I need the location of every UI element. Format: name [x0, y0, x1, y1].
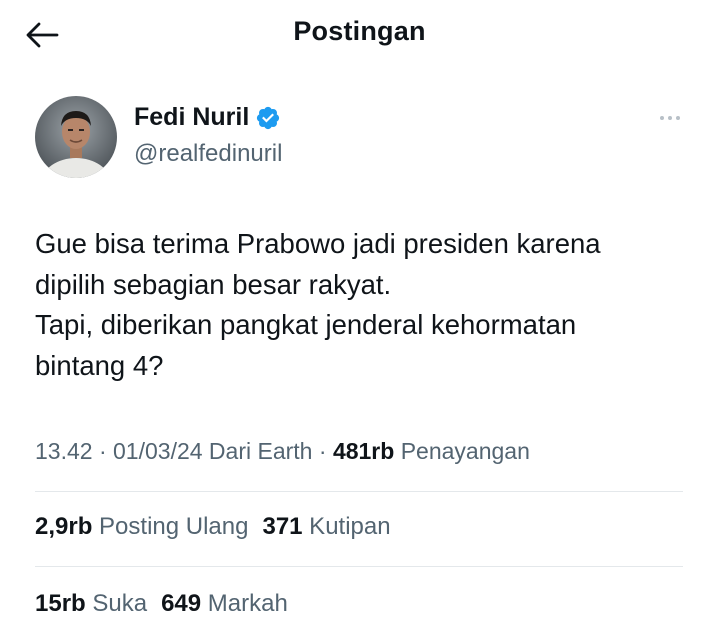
page-title: Postingan — [293, 16, 426, 46]
likes-label: Suka — [85, 590, 148, 617]
more-horizontal-icon — [660, 116, 664, 120]
tweet-line: dipilih sebagian besar rakyat. — [35, 268, 392, 300]
quotes-count: 371 — [262, 513, 303, 540]
avatar[interactable] — [35, 96, 117, 178]
quotes-stat[interactable]: 371 Kutipan — [262, 513, 390, 540]
repost-stats-row: 2,9rb Posting Ulang 371 Kutipan — [35, 513, 391, 541]
separator-dot: · — [312, 438, 333, 464]
bookmarks-count: 649 — [161, 590, 202, 617]
bookmarks-stat[interactable]: 649 Markah — [161, 590, 288, 617]
top-bar: Postingan — [0, 0, 719, 70]
tweet-metadata: 13.42 · 01/03/24 Dari Earth · 481rb Pena… — [35, 438, 530, 465]
author-handle[interactable]: @realfedinuril — [134, 140, 282, 168]
divider — [35, 491, 683, 492]
views-count: 481rb — [332, 438, 395, 464]
more-options-button[interactable] — [652, 108, 688, 128]
verified-badge-icon — [257, 106, 280, 129]
quotes-label: Kutipan — [302, 513, 391, 540]
tweet-date[interactable]: 01/03/24 — [113, 438, 203, 464]
views-label: Penayangan — [394, 438, 530, 464]
tweet-text: Gue bisa terima Prabowo jadi presiden ka… — [35, 224, 695, 386]
likes-stat[interactable]: 15rb Suka — [35, 590, 147, 617]
reposts-count: 2,9rb — [35, 513, 93, 540]
reposts-label: Posting Ulang — [92, 513, 249, 540]
reposts-stat[interactable]: 2,9rb Posting Ulang — [35, 513, 248, 540]
tweet-line: bintang 4? — [35, 349, 164, 381]
likes-count: 15rb — [35, 590, 86, 617]
tweet-time[interactable]: 13.42 — [35, 438, 93, 464]
author-name[interactable]: Fedi Nuril — [134, 103, 249, 132]
tweet-line: Tapi, diberikan pangkat jenderal kehorma… — [35, 309, 577, 340]
profile-photo — [35, 96, 117, 178]
tweet-source: Dari Earth — [202, 438, 313, 464]
bookmarks-label: Markah — [201, 590, 288, 617]
author-name-row: Fedi Nuril — [134, 103, 281, 132]
divider — [35, 566, 683, 567]
like-stats-row: 15rb Suka 649 Markah — [35, 590, 288, 618]
tweet-line: Gue bisa terima Prabowo jadi presiden ka… — [35, 228, 601, 259]
separator-dot: · — [92, 438, 114, 464]
